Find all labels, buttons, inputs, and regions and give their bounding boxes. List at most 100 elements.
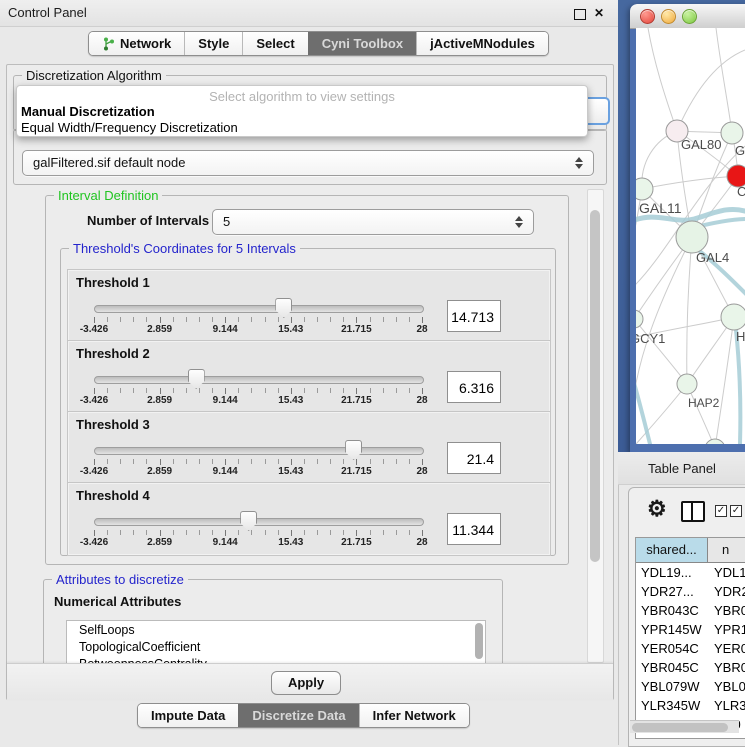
network-edge-thick[interactable]	[636, 376, 650, 444]
close-icon[interactable]: ✕	[592, 7, 606, 21]
table-row[interactable]: YBL079WYBL0	[636, 677, 745, 696]
slider-tick	[225, 317, 226, 323]
settings-vertical-scrollbar[interactable]	[587, 189, 604, 663]
threshold-slider[interactable]: -3.4262.8599.14415.4321.71528	[94, 516, 422, 552]
tab-select[interactable]: Select	[242, 32, 307, 55]
table-row[interactable]: YBR043CYBR0	[636, 601, 745, 620]
gear-icon[interactable]: ⚙	[647, 496, 667, 522]
threshold-slider[interactable]: -3.4262.8599.14415.4321.71528	[94, 303, 422, 339]
scrollbar-thumb[interactable]	[590, 210, 600, 562]
tab-network[interactable]: Network	[89, 32, 184, 55]
threshold-value-field[interactable]: 6.316	[447, 371, 501, 403]
table-panel-title: Table Panel	[648, 461, 716, 476]
slider-tick	[304, 530, 305, 535]
float-window-icon[interactable]	[574, 9, 586, 20]
network-edge[interactable]	[648, 28, 677, 131]
slider-tick	[330, 388, 331, 393]
table-data-combo[interactable]: galFiltered.sif default node	[22, 150, 594, 176]
threshold-value-field[interactable]: 14.713	[447, 300, 501, 332]
slider-handle[interactable]	[345, 440, 362, 460]
attributes-scrollbar[interactable]	[475, 623, 483, 659]
column-header[interactable]: n	[708, 538, 745, 562]
table-cell: YBR0	[708, 601, 745, 620]
slider-tick-label: 28	[416, 324, 427, 335]
threshold-value-field[interactable]: 11.344	[447, 513, 501, 545]
network-canvas[interactable]: GAL80GCGAL11GAL4GCY1HHAP2	[636, 28, 745, 444]
network-edge[interactable]	[715, 317, 734, 444]
threshold-value-field[interactable]: 21.4	[447, 442, 501, 474]
slider-handle[interactable]	[240, 511, 257, 531]
tab-style[interactable]: Style	[184, 32, 242, 55]
network-edge[interactable]	[677, 50, 745, 131]
table-row[interactable]: YER054CYER0	[636, 639, 745, 658]
slider-tick-label: 28	[416, 537, 427, 548]
network-node-gcy1[interactable]	[636, 310, 643, 328]
slider-tick	[383, 388, 384, 393]
network-node-hap2[interactable]	[677, 374, 697, 394]
control-panel-titlebar: Control Panel ✕	[0, 0, 618, 27]
network-node-g[interactable]	[721, 122, 743, 144]
slider-tick	[146, 388, 147, 393]
num-intervals-combo[interactable]: 5	[212, 209, 534, 235]
slider-tick	[291, 530, 292, 536]
slider-track[interactable]	[94, 376, 424, 384]
slider-tick	[225, 388, 226, 394]
zoom-traffic-light-icon[interactable]	[682, 9, 697, 24]
network-node-gal11[interactable]	[636, 178, 653, 200]
network-node[interactable]	[705, 439, 725, 444]
table-row[interactable]: YDR27...YDR2	[636, 582, 745, 601]
table-horizontal-scrollbar[interactable]	[630, 720, 739, 733]
slider-tick	[146, 317, 147, 322]
split-columns-icon[interactable]	[681, 501, 705, 522]
bottom-tab-infer-network[interactable]: Infer Network	[359, 704, 469, 727]
table-panel: ⚙ ✓ ✓ shared...n YDL19...YDL1YDR27...YDR…	[628, 487, 745, 747]
bottom-tab-impute-data[interactable]: Impute Data	[138, 704, 238, 727]
scrollbar-thumb[interactable]	[632, 723, 728, 732]
slider-tick-label: 2.859	[147, 466, 172, 477]
network-node-gal4[interactable]	[676, 221, 708, 253]
slider-track[interactable]	[94, 518, 424, 526]
attribute-list-item[interactable]: BetweennessCentrality	[67, 655, 485, 663]
checkbox-icon[interactable]: ✓	[730, 505, 742, 517]
attribute-list-item[interactable]: TopologicalCoefficient	[67, 638, 485, 655]
slider-handle[interactable]	[275, 298, 292, 318]
slider-track[interactable]	[94, 447, 424, 455]
slider-tick-label: 15.43	[278, 537, 303, 548]
slider-tick	[278, 459, 279, 464]
slider-track[interactable]	[94, 305, 424, 313]
network-node-label: C	[737, 184, 745, 199]
checkbox-icon[interactable]: ✓	[715, 505, 727, 517]
apply-button[interactable]: Apply	[271, 671, 341, 695]
network-edge[interactable]	[642, 176, 738, 189]
network-node-h[interactable]	[721, 304, 745, 330]
table-cell: YBR045C	[636, 658, 708, 677]
thresholds-group: Threshold's Coordinates for 5 Intervals …	[60, 248, 556, 556]
slider-tick	[317, 317, 318, 322]
threshold-slider[interactable]: -3.4262.8599.14415.4321.71528	[94, 374, 422, 410]
slider-handle[interactable]	[188, 369, 205, 389]
close-traffic-light-icon[interactable]	[640, 9, 655, 24]
column-header[interactable]: shared...	[636, 538, 708, 562]
table-row[interactable]: YPR145WYPR1	[636, 620, 745, 639]
slider-tick	[120, 388, 121, 393]
network-node-label: GCY1	[636, 331, 665, 346]
tab-jactivemnodules[interactable]: jActiveMNodules	[416, 32, 548, 55]
network-edge-thick[interactable]	[736, 330, 740, 444]
slider-tick	[94, 388, 95, 394]
table-row[interactable]: YLR345WYLR3	[636, 696, 745, 715]
attribute-list-item[interactable]: SelfLoops	[67, 621, 485, 638]
dropdown-option[interactable]: Manual Discretization	[17, 104, 587, 120]
minimize-traffic-light-icon[interactable]	[661, 9, 676, 24]
tab-cyni-toolbox[interactable]: Cyni Toolbox	[308, 32, 416, 55]
network-edge[interactable]	[716, 28, 732, 133]
dropdown-option[interactable]: Equal Width/Frequency Discretization	[17, 120, 587, 136]
threshold-slider[interactable]: -3.4262.8599.14415.4321.71528	[94, 445, 422, 481]
numerical-attributes-list[interactable]: SelfLoopsTopologicalCoefficientBetweenne…	[66, 620, 486, 663]
slider-tick	[107, 317, 108, 322]
slider-tick	[199, 459, 200, 464]
table-row[interactable]: YDL19...YDL1	[636, 563, 745, 582]
slider-tick-label: 2.859	[147, 537, 172, 548]
network-edge[interactable]	[687, 237, 692, 384]
bottom-tab-discretize-data[interactable]: Discretize Data	[238, 704, 358, 727]
table-row[interactable]: YBR045CYBR0	[636, 658, 745, 677]
